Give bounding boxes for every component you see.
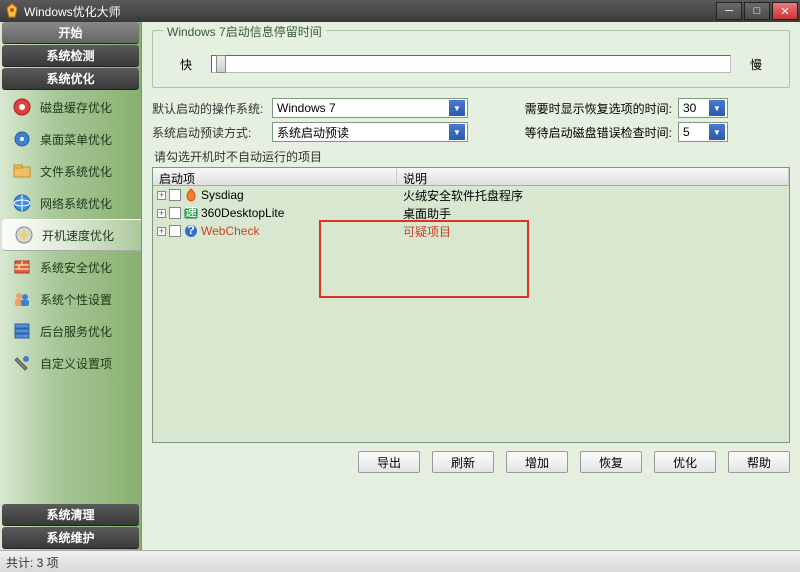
tab-detect[interactable]: 系统检测 bbox=[2, 45, 139, 67]
action-button-导出[interactable]: 导出 bbox=[358, 451, 420, 473]
boot-delay-group: Windows 7启动信息停留时间 快 慢 bbox=[152, 30, 790, 88]
action-button-恢复[interactable]: 恢复 bbox=[580, 451, 642, 473]
item-name: Sysdiag bbox=[201, 188, 244, 202]
nav-label: 磁盘缓存优化 bbox=[40, 99, 112, 116]
preview-label: 系统启动预读方式: bbox=[152, 124, 272, 141]
group-title: Windows 7启动信息停留时间 bbox=[163, 23, 326, 40]
startup-list: 启动项 说明 + Sysdiag 火绒安全软件托盘程序 + 速 360DesktopLit… bbox=[152, 167, 790, 443]
disk-icon bbox=[10, 95, 34, 119]
nav-label: 开机速度优化 bbox=[42, 227, 114, 244]
nav-security[interactable]: 系统安全优化 bbox=[0, 251, 141, 283]
nav-disk-cache[interactable]: 磁盘缓存优化 bbox=[0, 91, 141, 123]
wrench-icon bbox=[10, 351, 34, 375]
nav-personal[interactable]: 系统个性设置 bbox=[0, 283, 141, 315]
nav-services[interactable]: 后台服务优化 bbox=[0, 315, 141, 347]
combo-value: 系统启动预读 bbox=[277, 124, 349, 141]
slider-slow-label: 慢 bbox=[741, 56, 771, 73]
status-text: 共计: 3 项 bbox=[6, 556, 59, 570]
tab-start[interactable]: 开始 bbox=[2, 22, 139, 44]
item-desc: 桌面助手 bbox=[397, 205, 789, 222]
chevron-down-icon: ▼ bbox=[709, 100, 725, 116]
statusbar: 共计: 3 项 bbox=[0, 550, 800, 572]
action-button-刷新[interactable]: 刷新 bbox=[432, 451, 494, 473]
instruction-label: 请勾选开机时不自动运行的项目 bbox=[154, 148, 790, 165]
col-desc-header[interactable]: 说明 bbox=[397, 168, 789, 185]
app-item-icon: 速 bbox=[184, 206, 198, 220]
col-name-header[interactable]: 启动项 bbox=[153, 168, 397, 185]
item-desc: 可疑项目 bbox=[397, 223, 789, 240]
combo-value: 30 bbox=[683, 101, 696, 115]
action-button-帮助[interactable]: 帮助 bbox=[728, 451, 790, 473]
nav-label: 后台服务优化 bbox=[40, 323, 112, 340]
disk-check-combo[interactable]: 5 ▼ bbox=[678, 122, 728, 142]
svg-text:?: ? bbox=[187, 224, 194, 237]
nav-label: 自定义设置项 bbox=[40, 355, 112, 372]
tab-optimize[interactable]: 系统优化 bbox=[2, 68, 139, 90]
restore-time-combo[interactable]: 30 ▼ bbox=[678, 98, 728, 118]
combo-value: 5 bbox=[683, 125, 690, 139]
minimize-button[interactable]: ─ bbox=[716, 2, 742, 20]
default-os-label: 默认启动的操作系统: bbox=[152, 100, 272, 117]
checkbox[interactable] bbox=[169, 189, 181, 201]
nav-label: 系统个性设置 bbox=[40, 291, 112, 308]
firewall-icon bbox=[10, 255, 34, 279]
users-icon bbox=[10, 287, 34, 311]
main-panel: Windows 7启动信息停留时间 快 慢 默认启动的操作系统: Windows… bbox=[142, 22, 800, 550]
nav-label: 桌面菜单优化 bbox=[40, 131, 112, 148]
app-icon bbox=[4, 3, 20, 19]
item-desc: 火绒安全软件托盘程序 bbox=[397, 187, 789, 204]
boot-delay-slider[interactable] bbox=[211, 55, 731, 73]
preview-combo[interactable]: 系统启动预读 ▼ bbox=[272, 122, 468, 142]
nav-label: 网络系统优化 bbox=[40, 195, 112, 212]
item-name: WebCheck bbox=[201, 224, 259, 238]
action-button-优化[interactable]: 优化 bbox=[654, 451, 716, 473]
tab-cleanup[interactable]: 系统清理 bbox=[2, 504, 139, 526]
combo-value: Windows 7 bbox=[277, 101, 336, 115]
folder-icon bbox=[10, 159, 34, 183]
nav-custom[interactable]: 自定义设置项 bbox=[0, 347, 141, 379]
item-name: 360DesktopLite bbox=[201, 206, 284, 220]
maximize-button[interactable]: □ bbox=[744, 2, 770, 20]
close-button[interactable]: ✕ bbox=[772, 2, 798, 20]
slider-fast-label: 快 bbox=[171, 56, 201, 73]
action-button-增加[interactable]: 增加 bbox=[506, 451, 568, 473]
svg-text:速: 速 bbox=[185, 206, 197, 219]
server-icon bbox=[10, 319, 34, 343]
chevron-down-icon: ▼ bbox=[449, 100, 465, 116]
checkbox[interactable] bbox=[169, 207, 181, 219]
nav-label: 文件系统优化 bbox=[40, 163, 112, 180]
default-os-combo[interactable]: Windows 7 ▼ bbox=[272, 98, 468, 118]
expand-icon[interactable]: + bbox=[157, 209, 166, 218]
sidebar: 开始 系统检测 系统优化 磁盘缓存优化 桌面菜单优化 文件系统优化 网络系统优化… bbox=[0, 22, 142, 550]
boot-icon bbox=[12, 223, 36, 247]
list-header: 启动项 说明 bbox=[153, 168, 789, 186]
expand-icon[interactable]: + bbox=[157, 227, 166, 236]
restore-time-label: 需要时显示恢复选项的时间: bbox=[518, 100, 678, 117]
slider-thumb[interactable] bbox=[216, 55, 226, 73]
nav-file-system[interactable]: 文件系统优化 bbox=[0, 155, 141, 187]
disk-check-label: 等待启动磁盘错误检查时间: bbox=[518, 124, 678, 141]
gear-icon bbox=[10, 127, 34, 151]
app-item-icon bbox=[184, 188, 198, 202]
tab-maintain[interactable]: 系统维护 bbox=[2, 527, 139, 549]
app-item-icon: ? bbox=[184, 224, 198, 238]
nav-label: 系统安全优化 bbox=[40, 259, 112, 276]
chevron-down-icon: ▼ bbox=[449, 124, 465, 140]
titlebar: Windows优化大师 ─ □ ✕ bbox=[0, 0, 800, 22]
startup-row[interactable]: + Sysdiag 火绒安全软件托盘程序 bbox=[153, 186, 789, 204]
checkbox[interactable] bbox=[169, 225, 181, 237]
nav-desktop-menu[interactable]: 桌面菜单优化 bbox=[0, 123, 141, 155]
startup-row[interactable]: + 速 360DesktopLite 桌面助手 bbox=[153, 204, 789, 222]
globe-icon bbox=[10, 191, 34, 215]
nav-network[interactable]: 网络系统优化 bbox=[0, 187, 141, 219]
expand-icon[interactable]: + bbox=[157, 191, 166, 200]
chevron-down-icon: ▼ bbox=[709, 124, 725, 140]
window-title: Windows优化大师 bbox=[24, 3, 716, 20]
startup-row[interactable]: +? WebCheck 可疑项目 bbox=[153, 222, 789, 240]
nav-boot-speed[interactable]: 开机速度优化 bbox=[2, 219, 141, 251]
